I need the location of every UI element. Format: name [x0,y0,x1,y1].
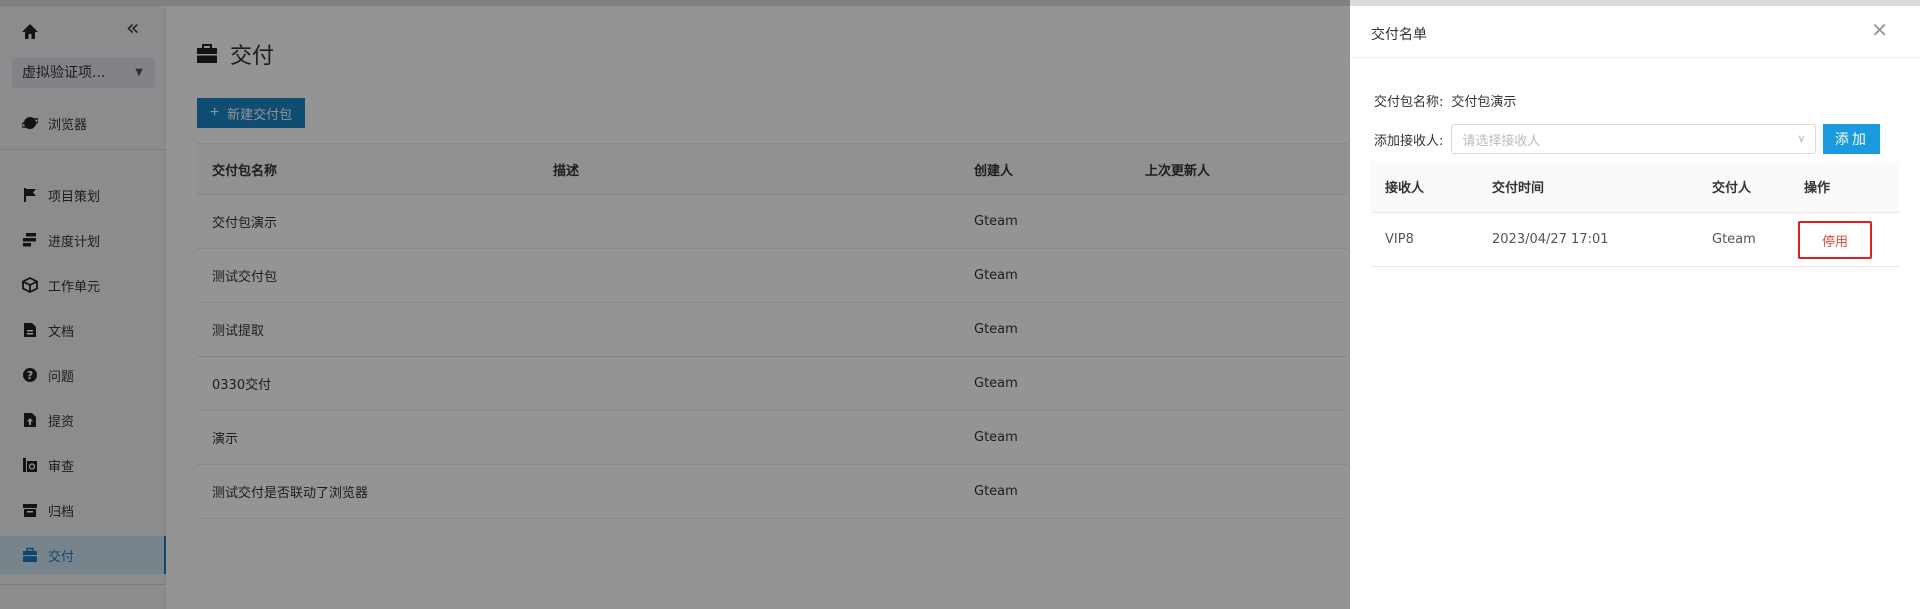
drawer-header: 交付名单 ✕ [1350,6,1920,58]
receiver-placeholder: 请选择接收人 [1462,133,1541,149]
column-header: 交付时间 [1492,181,1545,196]
close-icon[interactable]: ✕ [1871,20,1888,40]
package-name-row: 交付包名称: 交付包演示 [1374,91,1516,110]
package-name-label: 交付包名称: [1374,95,1444,110]
receiver-row: 添加接收人: 请选择接收人 ∨ 添加 [1374,124,1881,154]
package-name-value: 交付包演示 [1451,95,1517,110]
drawer-mask[interactable] [0,0,1350,609]
table-header: 接收人 交付时间 交付人 操作 [1371,161,1900,213]
receiver-table: 接收人 交付时间 交付人 操作 VIP8 2023/04/27 17:01 Gt… [1371,161,1900,267]
column-header: 接收人 [1385,181,1425,196]
add-receiver-button[interactable]: 添加 [1823,124,1881,154]
column-header: 交付人 [1712,181,1752,196]
delivery-list-drawer: 交付名单 ✕ 交付包名称: 交付包演示 添加接收人: 请选择接收人 ∨ 添加 接… [1350,6,1920,609]
disable-button[interactable]: 停用 [1798,221,1872,259]
column-header: 操作 [1804,181,1831,196]
receiver-cell: VIP8 [1385,232,1414,247]
time-cell: 2023/04/27 17:01 [1492,232,1609,247]
receiver-select[interactable]: 请选择接收人 ∨ [1451,124,1817,154]
deliverer-cell: Gteam [1712,232,1756,247]
chevron-down-icon: ∨ [1797,132,1806,145]
table-row: VIP8 2023/04/27 17:01 Gteam 停用 [1371,213,1900,267]
receiver-label: 添加接收人: [1374,133,1444,149]
drawer-title: 交付名单 [1371,27,1427,43]
